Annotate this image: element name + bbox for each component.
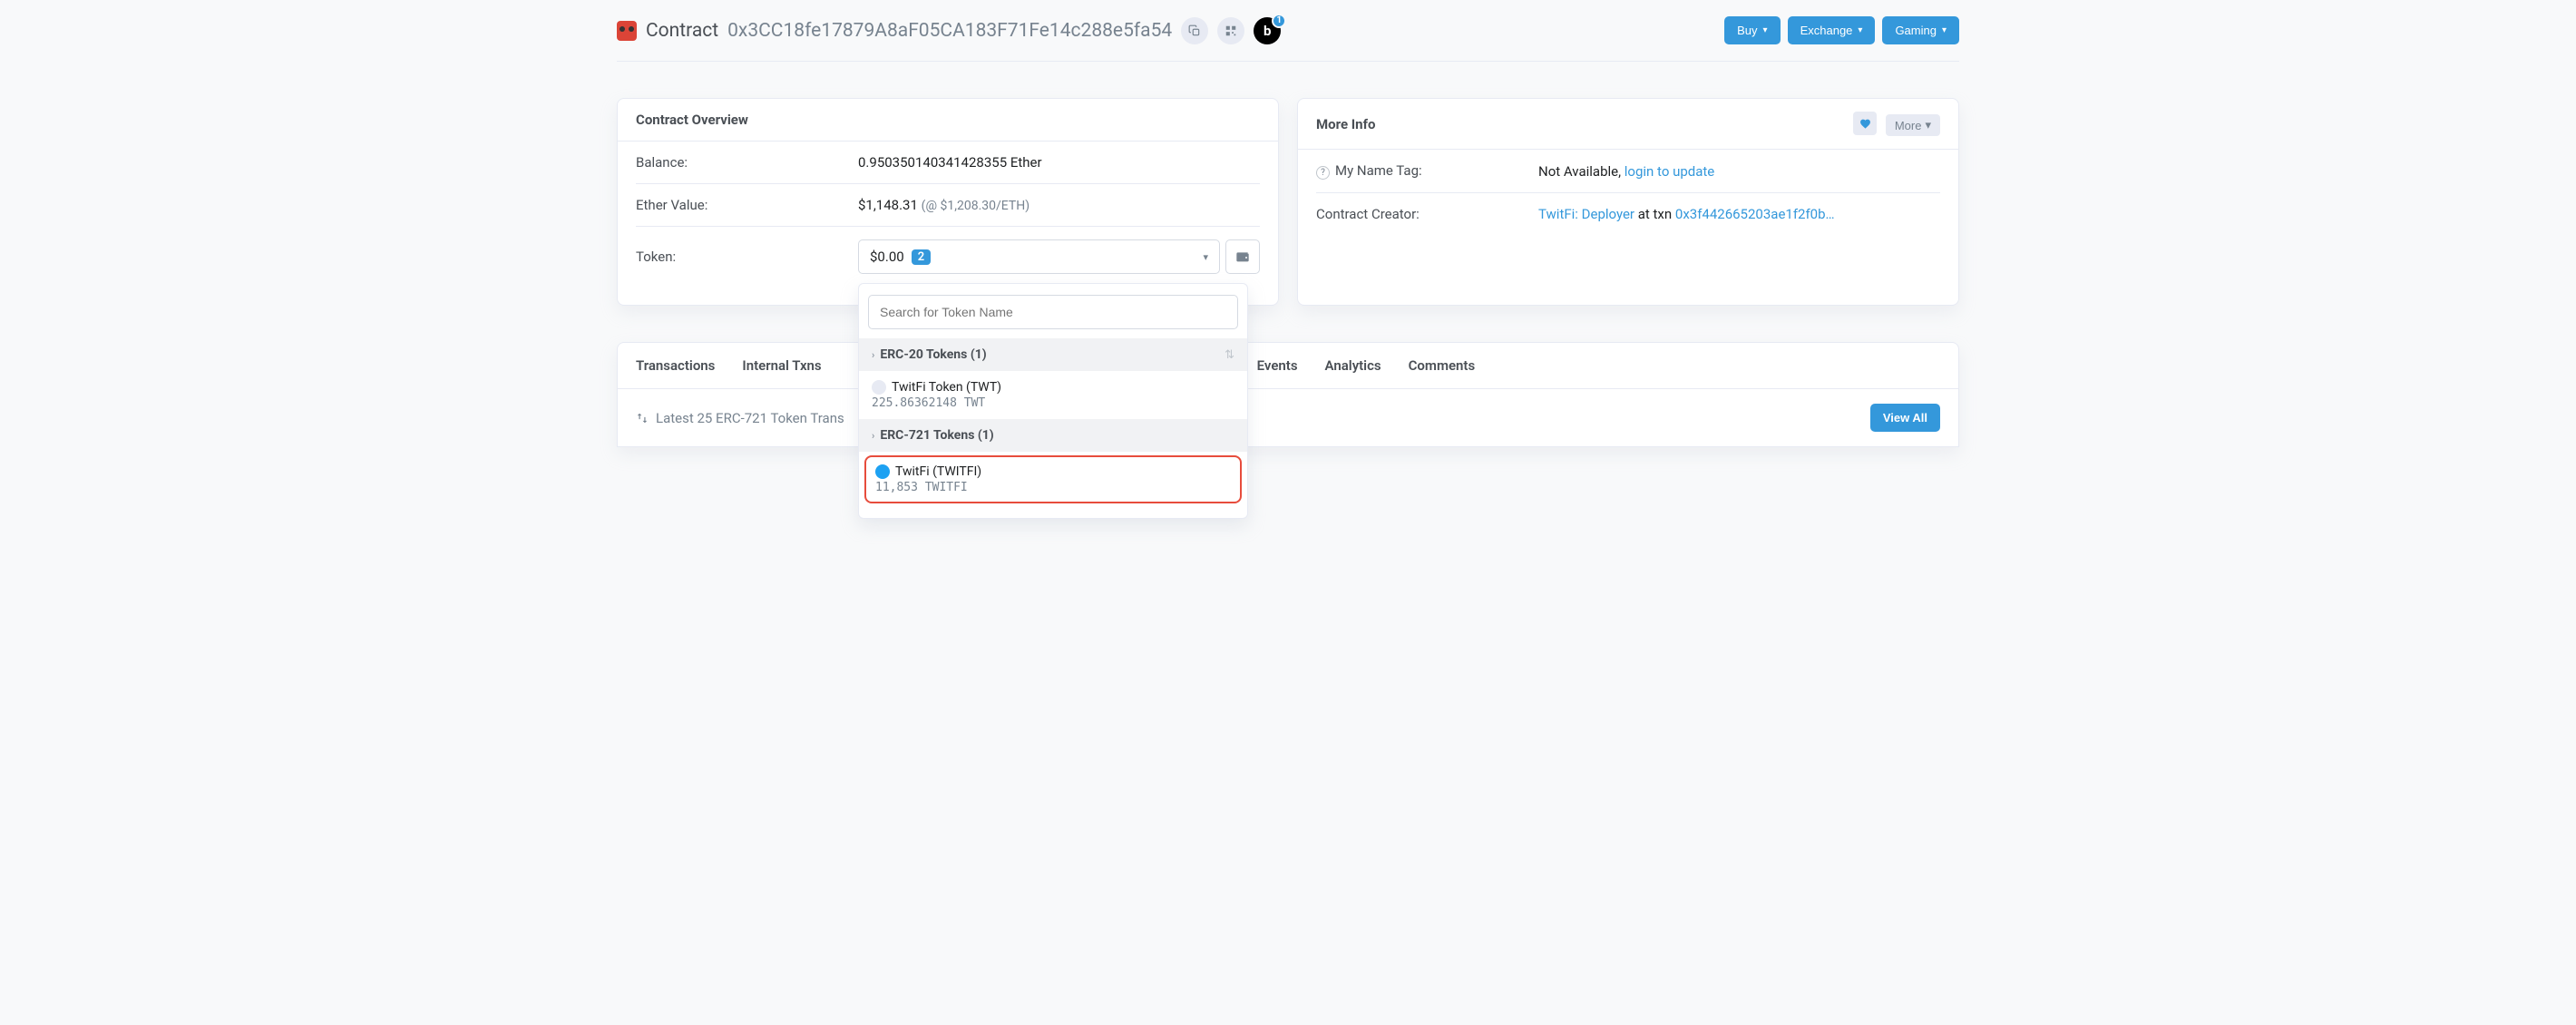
exchange-button[interactable]: Exchange ▾: [1788, 16, 1876, 44]
page-header: Contract 0x3CC18fe17879A8aF05CA183F71Fe1…: [617, 0, 1959, 62]
tabs-row: Transactions Internal Txns Events Analyt…: [618, 343, 1958, 389]
tab-internal-txns[interactable]: Internal Txns: [742, 343, 821, 388]
contract-creator-row: Contract Creator: TwitFi: Deployer at tx…: [1316, 193, 1940, 235]
copy-address-button[interactable]: [1181, 17, 1208, 44]
header-right: Buy ▾ Exchange ▾ Gaming ▾: [1724, 16, 1959, 44]
token-item-twitfi[interactable]: TwitFi (TWITFI) 11,853 TWITFI: [864, 455, 1242, 503]
token-dropdown-panel: › ERC-20 Tokens (1) ⇅ TwitFi Token (TWT) …: [858, 283, 1248, 519]
token-dropdown-wrap: $0.00 2 ▾: [858, 239, 1260, 274]
copy-icon: [1188, 24, 1201, 37]
tab-comments[interactable]: Comments: [1409, 343, 1476, 388]
creator-link[interactable]: TwitFi: Deployer: [1538, 206, 1634, 222]
creator-at-text: at txn: [1634, 206, 1675, 222]
more-info-title: More Info: [1316, 116, 1375, 132]
favorite-button[interactable]: [1853, 112, 1877, 135]
chevron-down-icon: ▾: [1942, 25, 1947, 35]
tab-body: Latest 25 ERC-721 Token Trans View All: [618, 389, 1958, 446]
token-icon: [875, 464, 890, 479]
tab-analytics[interactable]: Analytics: [1325, 343, 1381, 388]
sort-icon[interactable]: ⇅: [1225, 348, 1234, 362]
ether-value-label: Ether Value:: [636, 197, 858, 213]
exchange-label: Exchange: [1800, 24, 1853, 37]
latest-transfers-label: Latest 25 ERC-721 Token Trans: [636, 410, 844, 426]
chevron-down-icon: ▾: [1858, 25, 1862, 35]
page-title: Contract: [646, 20, 718, 42]
contract-overview-card: Contract Overview Balance: 0.95035014034…: [617, 98, 1279, 306]
token-label: Token:: [636, 249, 858, 265]
balance-label: Balance:: [636, 154, 858, 171]
tab-transactions[interactable]: Transactions: [636, 343, 715, 388]
balance-row: Balance: 0.950350140341428355 Ether: [636, 142, 1260, 184]
view-all-button[interactable]: View All: [1870, 404, 1940, 432]
name-tag-text: Not Available,: [1538, 163, 1625, 180]
buy-button[interactable]: Buy ▾: [1724, 16, 1780, 44]
chevron-right-icon: ›: [872, 430, 874, 442]
header-left: Contract 0x3CC18fe17879A8aF05CA183F71Fe1…: [617, 17, 1281, 44]
blockscan-chat-button[interactable]: b 1: [1254, 17, 1281, 44]
token-count-badge: 2: [912, 249, 931, 265]
chevron-down-icon: ▾: [1763, 25, 1768, 35]
blockscan-badge: 1: [1272, 14, 1286, 28]
creator-value: TwitFi: Deployer at txn 0x3f442665203ae1…: [1538, 206, 1940, 222]
name-tag-label: ? My Name Tag:: [1316, 162, 1538, 180]
sort-icon[interactable]: [636, 412, 649, 425]
more-dropdown-button[interactable]: More ▾: [1886, 114, 1940, 136]
token-total-value: $0.00: [870, 249, 904, 265]
qr-code-button[interactable]: [1217, 17, 1244, 44]
name-tag-row: ? My Name Tag: Not Available, login to up…: [1316, 150, 1940, 193]
name-tag-label-text: My Name Tag:: [1335, 162, 1422, 179]
erc721-section-header[interactable]: › ERC-721 Tokens (1): [859, 419, 1247, 452]
overview-title: Contract Overview: [636, 112, 748, 128]
ether-rate: (@ $1,208.30/ETH): [922, 199, 1029, 213]
creator-txn-link[interactable]: 0x3f442665203ae1f2f0b…: [1675, 206, 1835, 222]
more-info-header: More Info More ▾: [1298, 99, 1958, 150]
balance-value: 0.950350140341428355 Ether: [858, 154, 1260, 171]
token-item-name: TwitFi (TWITFI): [895, 464, 981, 479]
heart-icon: [1859, 118, 1871, 130]
gaming-button[interactable]: Gaming ▾: [1882, 16, 1959, 44]
latest-text: Latest 25 ERC-721 Token Trans: [656, 410, 844, 426]
transactions-card: Transactions Internal Txns Events Analyt…: [617, 342, 1959, 447]
buy-label: Buy: [1737, 24, 1757, 37]
overview-header: Contract Overview: [618, 99, 1278, 142]
erc20-section-header[interactable]: › ERC-20 Tokens (1) ⇅: [859, 338, 1247, 371]
erc721-header-text: ERC-721 Tokens (1): [880, 428, 993, 443]
more-info-card: More Info More ▾ ? My Name Tag: Not Avail…: [1297, 98, 1959, 306]
token-item-amount: 11,853 TWITFI: [875, 481, 1231, 494]
erc20-header-text: ERC-20 Tokens (1): [880, 347, 986, 362]
token-icon: [872, 380, 886, 395]
ether-value-amount: $1,148.31: [858, 197, 918, 213]
chevron-down-icon: ▾: [1203, 251, 1208, 263]
qr-icon: [1225, 24, 1237, 37]
ether-value-row: Ether Value: $1,148.31 (@ $1,208.30/ETH): [636, 184, 1260, 227]
chevron-right-icon: ›: [872, 349, 874, 361]
token-item-twt[interactable]: TwitFi Token (TWT) 225.86362148 TWT: [859, 371, 1247, 419]
ether-value: $1,148.31 (@ $1,208.30/ETH): [858, 197, 1260, 213]
token-item-amount: 225.86362148 TWT: [872, 396, 1234, 410]
token-item-name: TwitFi Token (TWT): [892, 380, 1001, 395]
token-search-input[interactable]: [868, 295, 1238, 329]
chevron-down-icon: ▾: [1925, 118, 1931, 132]
name-tag-value: Not Available, login to update: [1538, 163, 1940, 180]
gaming-label: Gaming: [1895, 24, 1937, 37]
more-button-label: More: [1895, 119, 1922, 132]
creator-label: Contract Creator:: [1316, 206, 1538, 222]
wallet-view-button[interactable]: [1225, 239, 1260, 274]
login-link[interactable]: login to update: [1625, 163, 1715, 180]
help-icon[interactable]: ?: [1316, 166, 1330, 180]
contract-address: 0x3CC18fe17879A8aF05CA183F71Fe14c288e5fa…: [727, 20, 1172, 42]
token-dropdown-toggle[interactable]: $0.00 2 ▾: [858, 239, 1220, 274]
wallet-icon: [1235, 249, 1250, 264]
token-row: Token: $0.00 2 ▾: [636, 227, 1260, 287]
tab-events[interactable]: Events: [1257, 343, 1298, 388]
contract-identicon: [617, 21, 637, 41]
